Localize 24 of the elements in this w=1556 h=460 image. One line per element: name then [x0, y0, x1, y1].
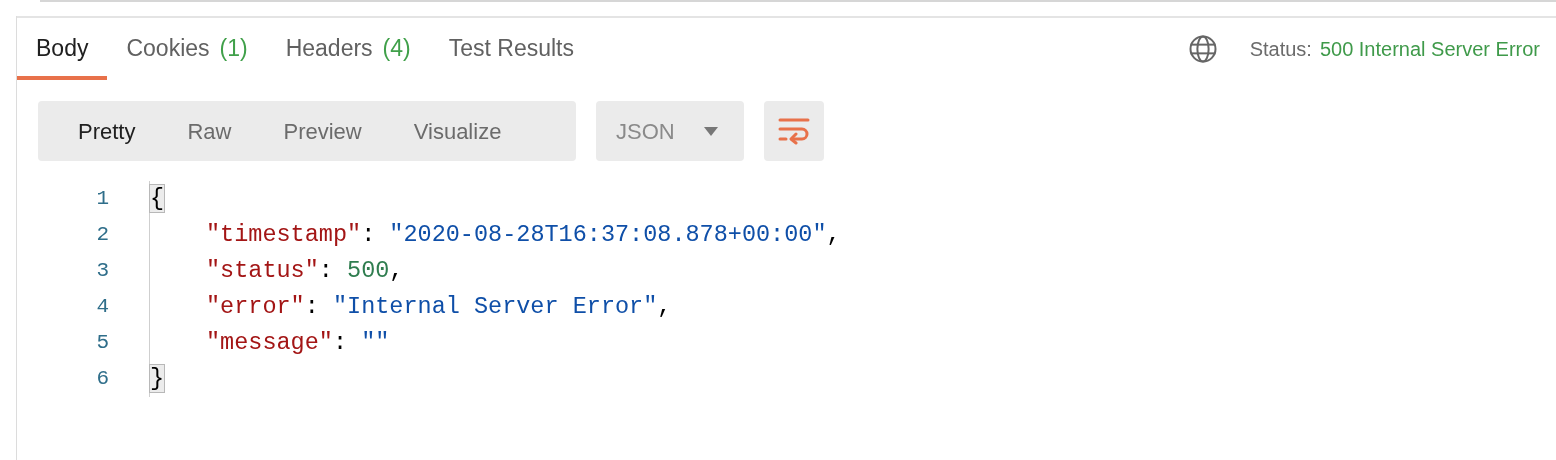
code-line: "message": "": [205, 328, 390, 359]
view-mode-tab[interactable]: Visualize: [387, 101, 528, 161]
view-mode-tab[interactable]: Preview: [257, 101, 388, 161]
line-number: 2: [95, 222, 109, 249]
status-label: Status:: [1249, 37, 1312, 62]
response-tab[interactable]: Cookies (1): [107, 18, 267, 80]
globe-icon[interactable]: [1187, 34, 1218, 64]
caret-icon: [704, 126, 718, 136]
line-number: 5: [95, 330, 109, 357]
wrap-icon: [778, 117, 810, 145]
view-mode-tab[interactable]: Raw: [161, 101, 258, 161]
line-number: 6: [95, 366, 109, 393]
line-number: 4: [95, 294, 109, 321]
wrap-lines-button[interactable]: [764, 101, 824, 161]
code-line: "timestamp": "2020-08-28T16:37:08.878+00:00",: [205, 220, 841, 251]
code-line: "status": 500,: [205, 256, 404, 287]
response-tab[interactable]: Test Results: [429, 18, 593, 80]
response-tab[interactable]: Headers (4): [266, 18, 430, 80]
line-number: 3: [95, 258, 109, 285]
line-number: 1: [95, 186, 109, 213]
view-mode-tab[interactable]: Pretty: [52, 101, 162, 161]
status-value: 500 Internal Server Error: [1319, 37, 1540, 62]
response-tab[interactable]: Body: [17, 18, 108, 80]
code-line: "error": "Internal Server Error",: [205, 292, 672, 323]
